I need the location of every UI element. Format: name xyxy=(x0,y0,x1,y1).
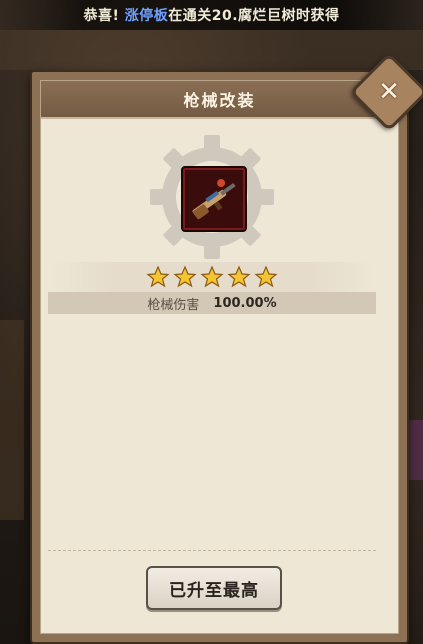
star-icon xyxy=(200,265,224,288)
star-icon xyxy=(227,265,251,288)
star-icon xyxy=(146,265,170,288)
dialog-title-bar: 枪械改装 xyxy=(41,81,398,119)
notice-suffix: 在通关20.腐烂巨树时获得 xyxy=(168,8,340,24)
star-rating xyxy=(48,262,376,292)
stat-label: 枪械伤害 xyxy=(147,297,200,313)
max-level-button[interactable]: 已升至最高 xyxy=(146,566,282,610)
weapon-damage-stat: 枪械伤害 100.00% xyxy=(48,292,376,314)
star-icon xyxy=(173,265,197,288)
stat-value: 100.00% xyxy=(213,295,277,311)
weapon-item-slot[interactable] xyxy=(181,166,247,232)
notice-prefix: 恭喜! xyxy=(83,8,120,24)
close-x-icon: ✕ xyxy=(378,77,400,107)
star-icon xyxy=(254,265,278,288)
dialog-title: 枪械改装 xyxy=(183,91,256,110)
background-decoration xyxy=(0,30,423,70)
notice-player-name: 涨停板 xyxy=(124,8,169,24)
rifle-icon xyxy=(192,179,236,220)
system-notice-banner: 恭喜! 涨停板 在通关20.腐烂巨树时获得 xyxy=(0,0,423,30)
background-decoration xyxy=(0,320,24,520)
divider xyxy=(48,550,376,551)
